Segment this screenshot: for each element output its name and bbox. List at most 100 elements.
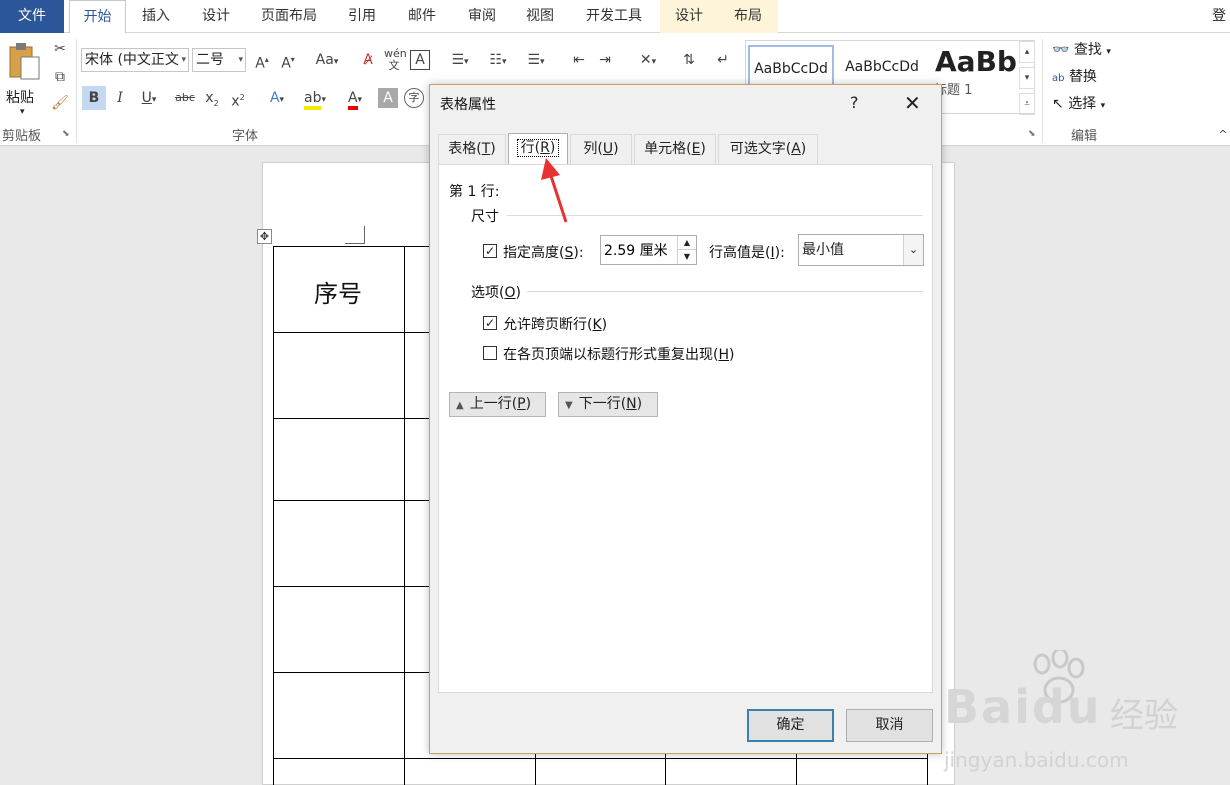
cut-icon[interactable]: ✂ — [50, 39, 70, 59]
clipboard-group-label: 剪贴板 — [2, 129, 42, 144]
select-button[interactable]: ↖ 选择 ▾ — [1052, 93, 1105, 113]
styles-launcher-icon[interactable]: ⬊ — [1028, 129, 1036, 139]
shrink-font-icon[interactable]: A▾ — [278, 50, 298, 74]
group-divider — [1042, 39, 1043, 143]
clear-format-icon[interactable]: A̷ — [358, 50, 378, 70]
spin-down-icon[interactable]: ▼ — [678, 250, 696, 264]
tab-column[interactable]: 列(U) — [570, 134, 632, 164]
table-border — [273, 332, 433, 333]
tab-file[interactable]: 文件 — [0, 0, 64, 33]
help-button[interactable]: ? — [850, 93, 859, 112]
table-header-cell: 序号 — [314, 280, 362, 308]
phonetic-guide-icon[interactable]: wén 文 — [384, 48, 407, 72]
tab-references[interactable]: 引用 — [334, 0, 390, 33]
tab-view[interactable]: 视图 — [512, 0, 568, 33]
cancel-button[interactable]: 取消 — [846, 709, 933, 742]
paste-label: 粘贴 — [6, 90, 34, 106]
replace-button[interactable]: ab 替换 — [1052, 66, 1097, 86]
superscript-icon[interactable]: x2 — [228, 88, 248, 112]
clipboard-launcher-icon[interactable]: ⬊ — [62, 129, 70, 139]
options-section-label: 选项(O) — [471, 285, 521, 301]
specify-height-checkbox[interactable]: ✓ — [483, 244, 497, 258]
tab-developer[interactable]: 开发工具 — [574, 0, 654, 33]
bullets-icon[interactable]: ☰▾ — [444, 50, 476, 72]
numbering-icon[interactable]: ☷▾ — [482, 50, 514, 72]
tab-row[interactable]: 行(R) — [508, 133, 568, 164]
styles-scroll-up-icon[interactable]: ▴ — [1019, 41, 1035, 63]
replace-icon: ab — [1052, 73, 1065, 84]
highlight-icon[interactable]: ab▾ — [298, 88, 332, 110]
text-effects-icon[interactable]: A▾ — [262, 88, 292, 110]
grow-font-icon[interactable]: A▴ — [252, 50, 272, 74]
table-properties-dialog: 表格属性 ? ✕ 表格(T) 行(R) 列(U) 单元格(E) 可选文字(A) … — [429, 84, 942, 754]
watermark-product: 经验 — [1110, 696, 1178, 736]
tab-design[interactable]: 设计 — [188, 0, 244, 33]
font-name-combo[interactable]: 宋体 (中文正文 ▾ — [81, 48, 189, 72]
close-icon[interactable]: ✕ — [904, 91, 921, 115]
increase-indent-icon[interactable]: ⇥ — [594, 50, 616, 70]
format-painter-icon[interactable]: 🖌 — [50, 93, 70, 113]
subscript-icon[interactable]: x2 — [202, 88, 222, 114]
paste-icon — [9, 43, 40, 80]
bold-icon[interactable]: B — [82, 86, 106, 110]
collapse-ribbon-icon[interactable]: ^ — [1216, 125, 1230, 145]
tab-review[interactable]: 审阅 — [454, 0, 510, 33]
replace-label: 替换 — [1068, 69, 1097, 85]
dialog-title: 表格属性 — [440, 97, 496, 113]
font-color-icon[interactable]: A▾ — [338, 88, 372, 110]
table-border — [273, 672, 433, 673]
style-heading-1[interactable]: AaBb 标题 1 — [930, 45, 1022, 111]
underline-icon[interactable]: U▾ — [136, 88, 162, 110]
tab-home[interactable]: 开始 — [69, 0, 126, 34]
character-shading-icon[interactable]: A — [378, 88, 398, 108]
tab-alt-text[interactable]: 可选文字(A) — [718, 134, 818, 164]
row-height-mode-value: 最小值 — [802, 242, 844, 258]
character-border-icon[interactable]: A — [410, 50, 430, 70]
styles-more-icon[interactable]: ⩡ — [1019, 93, 1035, 115]
font-size-combo[interactable]: 二号 ▾ — [192, 48, 246, 72]
height-input[interactable] — [601, 236, 676, 264]
editing-group-label: 编辑 — [1071, 129, 1098, 144]
allow-break-checkbox[interactable]: ✓ — [483, 316, 497, 330]
login-link[interactable]: 登 — [1212, 0, 1230, 33]
strikethrough-icon[interactable]: abc — [172, 88, 198, 108]
specify-height-label: 指定高度(S): — [503, 245, 584, 261]
next-row-button[interactable]: ▼ 下一行(N) — [558, 392, 658, 417]
height-spinner[interactable]: ▲ ▼ — [600, 235, 697, 265]
chevron-down-icon: ▾ — [181, 55, 186, 65]
tab-page-layout[interactable]: 页面布局 — [250, 0, 328, 33]
tab-cell[interactable]: 单元格(E) — [634, 134, 716, 164]
row-height-is-label: 行高值是(I): — [709, 245, 785, 261]
multilevel-list-icon[interactable]: ☰▾ — [520, 50, 552, 72]
find-button[interactable]: 👓 查找 ▾ — [1052, 39, 1111, 59]
table-border — [273, 418, 433, 419]
enclose-characters-icon[interactable]: 字 — [404, 88, 424, 108]
cursor-icon: ↖ — [1052, 96, 1064, 112]
table-border — [927, 754, 928, 785]
baidu-watermark: Baidu 经验 jingyan.baidu.com — [940, 650, 1230, 785]
tab-table-layout[interactable]: 布局 — [718, 0, 778, 33]
repeat-header-checkbox[interactable] — [483, 346, 497, 360]
previous-row-button[interactable]: ▲ 上一行(P) — [449, 392, 546, 417]
copy-icon[interactable]: ⧉ — [50, 67, 70, 87]
change-case-icon[interactable]: Aa▾ — [310, 50, 344, 72]
paste-dropdown-icon: ▾ — [20, 107, 25, 117]
tab-insert[interactable]: 插入 — [128, 0, 184, 33]
text-direction-icon[interactable]: ✕▾ — [632, 50, 664, 72]
chevron-down-icon: ▾ — [238, 55, 243, 65]
italic-icon[interactable]: I — [112, 88, 128, 108]
spin-up-icon[interactable]: ▲ — [678, 236, 696, 250]
paste-button[interactable]: 粘贴 ▾ — [4, 41, 44, 121]
tab-table-design[interactable]: 设计 — [660, 0, 718, 33]
show-marks-icon[interactable]: ↵ — [712, 50, 734, 70]
table-move-handle-icon[interactable]: ✥ — [257, 229, 272, 244]
table-border — [796, 754, 797, 785]
tab-table[interactable]: 表格(T) — [438, 134, 506, 164]
styles-scroll-down-icon[interactable]: ▾ — [1019, 67, 1035, 89]
ok-button[interactable]: 确定 — [747, 709, 834, 742]
row-height-mode-select[interactable]: 最小值 ⌄ — [798, 234, 924, 266]
section-divider — [507, 215, 923, 216]
decrease-indent-icon[interactable]: ⇤ — [568, 50, 590, 70]
tab-mailings[interactable]: 邮件 — [394, 0, 450, 33]
sort-icon[interactable]: ⇅ — [678, 50, 700, 70]
